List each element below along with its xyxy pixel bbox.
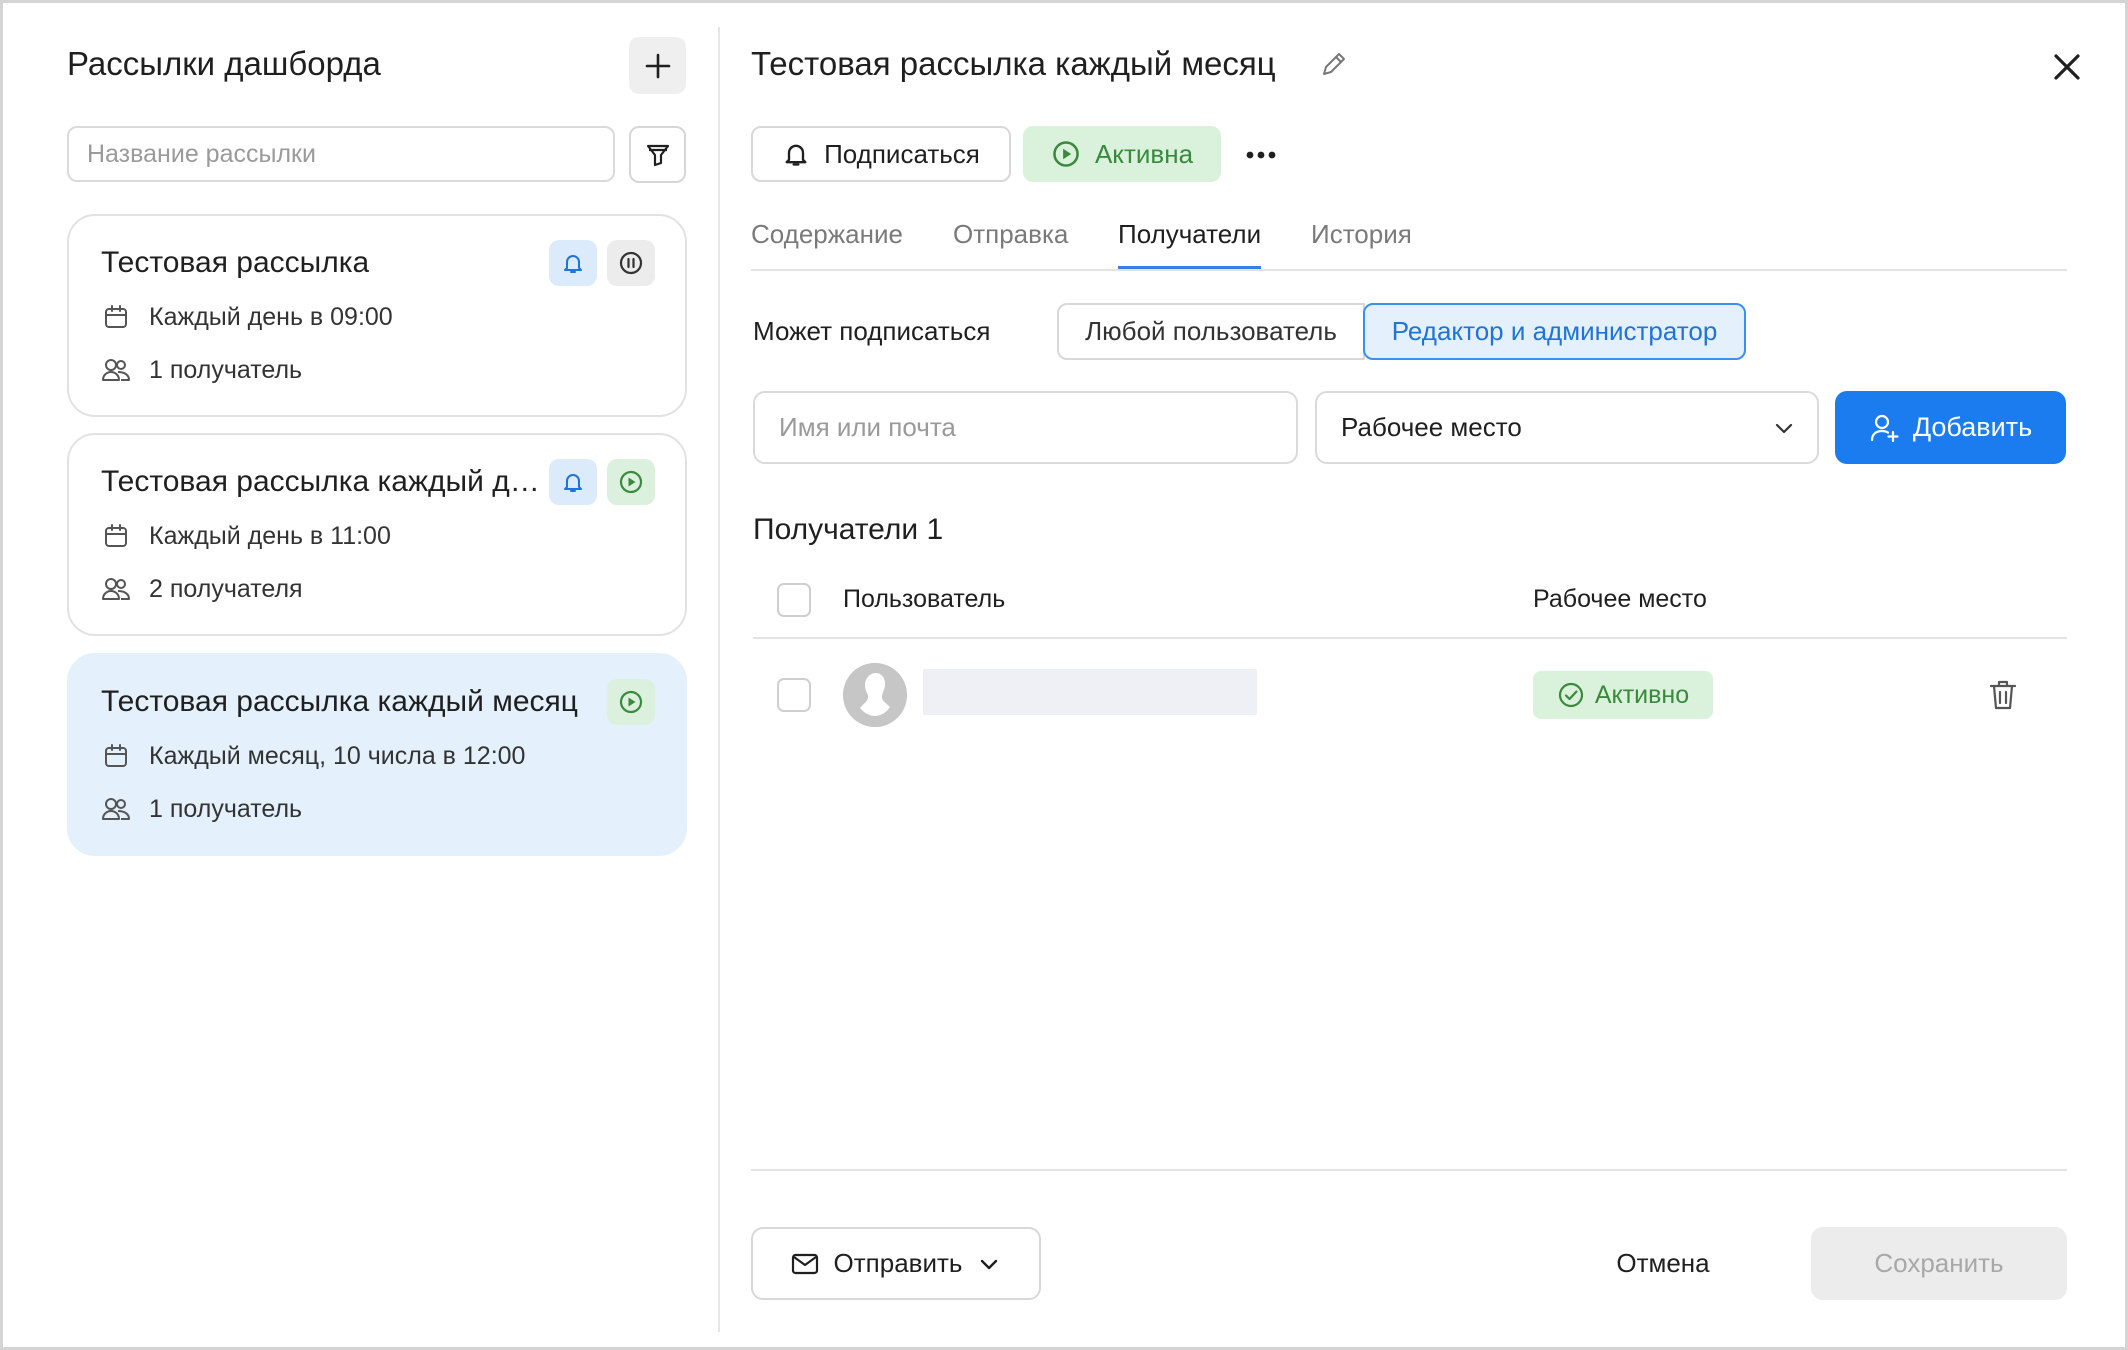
status-badge: Активно <box>1533 671 1713 719</box>
subscribed-badge <box>549 240 597 286</box>
recipients-text: 2 получателя <box>149 574 303 603</box>
avatar <box>843 663 907 727</box>
status-label: Активна <box>1094 138 1194 169</box>
calendar-icon <box>101 302 131 332</box>
recipient-name-field[interactable] <box>753 391 1298 464</box>
active-badge <box>607 459 655 505</box>
play-icon <box>1053 141 1079 167</box>
dialog-window: Рассылки дашборда Тестовая рассылка Кажд… <box>0 0 2128 1350</box>
recipients-text: 1 получатель <box>149 355 303 384</box>
tab-sending[interactable]: Отправка <box>953 219 1068 266</box>
subscriptions-sidebar: Рассылки дашборда Тестовая рассылка Кажд… <box>3 3 719 1347</box>
panel-divider <box>718 27 720 1332</box>
subscription-recipients: 1 получатель <box>101 794 302 824</box>
subscribe-label: Подписаться <box>824 138 980 169</box>
add-subscription-button[interactable] <box>629 37 686 94</box>
recipient-name-input[interactable] <box>779 412 1296 443</box>
workspace-select[interactable]: Рабочее место <box>1315 391 1819 464</box>
user-add-icon <box>1870 414 1899 442</box>
send-label: Отправить <box>833 1248 963 1278</box>
subscription-schedule: Каждый месяц, 10 числа в 12:00 <box>101 741 525 771</box>
table-row: Активно <box>753 643 2067 743</box>
row-checkbox[interactable] <box>777 678 811 712</box>
close-icon[interactable] <box>2047 47 2087 87</box>
select-all-checkbox[interactable] <box>777 583 811 617</box>
trash-icon[interactable] <box>1985 677 2021 713</box>
add-recipient-label: Добавить <box>1912 412 2033 442</box>
can-subscribe-label: Может подписаться <box>753 316 991 346</box>
user-name-placeholder <box>923 669 1257 715</box>
calendar-icon <box>101 521 131 551</box>
pause-icon <box>619 251 643 275</box>
subscription-recipients: 1 получатель <box>101 355 302 385</box>
users-icon <box>101 574 131 604</box>
subscription-schedule: Каждый день в 11:00 <box>101 521 391 551</box>
detail-tabs: Содержание Отправка Получатели История <box>751 215 2067 271</box>
filter-icon <box>646 144 669 166</box>
send-button[interactable]: Отправить <box>751 1227 1041 1300</box>
subscription-card[interactable]: Тестовая рассылка Каждый день в 09:00 1 … <box>67 214 687 417</box>
schedule-text: Каждый месяц, 10 числа в 12:00 <box>149 741 526 770</box>
subscription-card-title: Тестовая рассылка каждый день <box>101 465 546 498</box>
more-dots-icon <box>1246 151 1276 159</box>
recipients-table-header: Пользователь Рабочее место <box>753 571 2067 639</box>
sidebar-title: Рассылки дашборда <box>67 45 381 82</box>
add-recipient-button[interactable]: Добавить <box>1835 391 2066 464</box>
plus-icon <box>645 53 670 78</box>
users-icon <box>101 355 131 385</box>
status-badge-label: Активно <box>1594 680 1690 709</box>
subscription-schedule: Каждый день в 09:00 <box>101 302 393 332</box>
calendar-icon <box>101 741 131 771</box>
filter-button[interactable] <box>629 126 686 183</box>
subscription-card-title: Тестовая рассылка каждый месяц <box>101 685 578 718</box>
play-icon <box>619 470 643 494</box>
schedule-text: Каждый день в 09:00 <box>149 302 393 331</box>
search-input[interactable] <box>87 139 613 169</box>
bell-icon <box>564 474 582 492</box>
subscription-card[interactable]: Тестовая рассылка каждый день Каждый ден… <box>67 433 687 636</box>
segment-editor-admin[interactable]: Редактор и администратор <box>1363 303 1746 360</box>
segment-any-user[interactable]: Любой пользователь <box>1057 303 1365 360</box>
cancel-button[interactable]: Отмена <box>1583 1235 1743 1291</box>
bell-icon <box>564 255 582 273</box>
pencil-icon[interactable] <box>1319 49 1349 79</box>
tab-recipients[interactable]: Получатели <box>1118 219 1262 269</box>
mail-icon <box>791 1253 818 1274</box>
chevron-down-icon <box>981 1259 998 1269</box>
tab-history[interactable]: История <box>1311 219 1412 266</box>
tab-content[interactable]: Содержание <box>751 219 903 266</box>
status-toggle-button[interactable]: Активна <box>1023 126 1221 182</box>
save-button[interactable]: Сохранить <box>1811 1227 2067 1300</box>
subscription-search-field[interactable] <box>67 126 615 182</box>
paused-badge <box>607 240 655 286</box>
column-header-workspace: Рабочее место <box>1533 585 1707 613</box>
chevron-down-icon <box>1775 423 1793 433</box>
subscribed-badge <box>549 459 597 505</box>
users-icon <box>101 794 131 824</box>
active-badge <box>607 679 655 725</box>
recipients-text: 1 получатель <box>149 794 303 823</box>
page-title: Тестовая рассылка каждый месяц <box>751 45 1276 82</box>
play-icon <box>619 690 643 714</box>
check-circle-icon <box>1558 682 1583 708</box>
column-header-user: Пользователь <box>843 585 1006 613</box>
footer-divider <box>751 1169 2067 1171</box>
subscription-card-selected[interactable]: Тестовая рассылка каждый месяц Каждый ме… <box>67 653 687 856</box>
workspace-select-value: Рабочее место <box>1341 412 1522 442</box>
more-options-button[interactable] <box>1239 133 1283 177</box>
subscription-recipients: 2 получателя <box>101 574 303 604</box>
recipients-title: Получатели 1 <box>753 513 944 546</box>
schedule-text: Каждый день в 11:00 <box>149 521 391 550</box>
bell-icon <box>785 144 807 166</box>
subscribe-button[interactable]: Подписаться <box>751 126 1011 182</box>
subscription-card-title: Тестовая рассылка <box>101 246 370 279</box>
